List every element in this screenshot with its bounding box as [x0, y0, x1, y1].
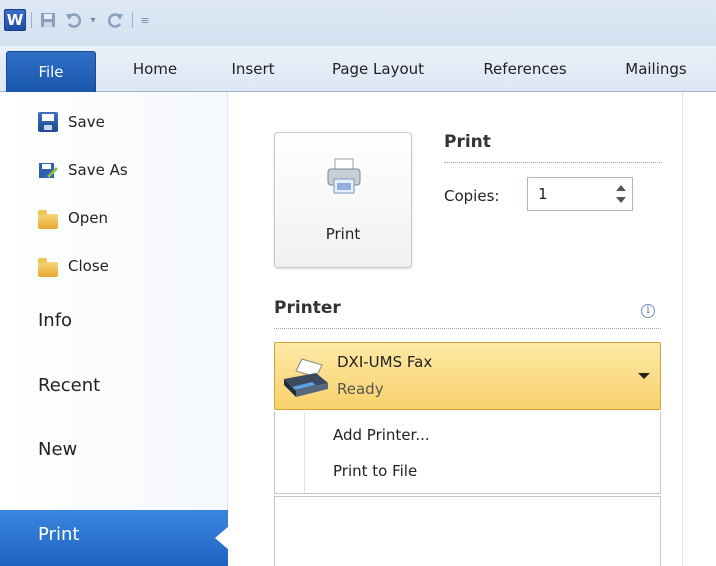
print-button[interactable]: Print — [274, 132, 412, 268]
undo-dropdown-icon[interactable]: ▾ — [87, 9, 99, 31]
copies-input[interactable]: 1 — [527, 177, 633, 211]
chevron-down-icon[interactable] — [638, 373, 650, 379]
toolbar-separator — [31, 12, 32, 28]
menu-add-printer[interactable]: Add Printer... — [333, 426, 430, 444]
close-folder-icon — [38, 257, 58, 277]
quick-access-toolbar: W ▾ ≡ — [0, 0, 716, 46]
tab-insert[interactable]: Insert — [218, 46, 288, 92]
redo-icon[interactable] — [104, 9, 126, 31]
nav-print[interactable]: Print — [0, 510, 229, 566]
print-section-title: Print — [444, 132, 491, 152]
customize-toolbar-icon[interactable]: ≡ — [138, 9, 152, 31]
nav-open-label: Open — [68, 209, 109, 227]
menu-gutter — [304, 412, 305, 493]
tab-file[interactable]: File — [6, 51, 96, 92]
printer-icon — [327, 158, 361, 194]
save-as-icon — [38, 160, 58, 180]
toolbar-separator — [132, 12, 133, 28]
section-divider — [274, 328, 661, 329]
nav-save-as-label: Save As — [68, 161, 128, 179]
copies-increment-icon[interactable] — [614, 183, 628, 193]
settings-panel — [274, 496, 661, 566]
print-button-label: Print — [325, 225, 361, 243]
word-icon[interactable]: W — [4, 9, 26, 31]
selection-notch — [215, 526, 229, 550]
nav-save[interactable]: Save — [38, 108, 105, 136]
printer-dropdown[interactable]: DXI-UMS Fax Ready — [274, 342, 661, 410]
nav-open[interactable]: Open — [38, 204, 108, 232]
section-divider — [444, 162, 662, 163]
nav-new[interactable]: New — [38, 439, 77, 460]
save-icon — [38, 112, 58, 132]
nav-close[interactable]: Close — [38, 252, 109, 280]
info-icon[interactable]: i — [641, 304, 655, 318]
fax-printer-icon — [284, 358, 328, 397]
copies-label: Copies: — [444, 187, 500, 205]
nav-close-label: Close — [68, 257, 109, 275]
tab-page-layout[interactable]: Page Layout — [318, 46, 438, 92]
pane-divider — [682, 92, 683, 566]
tab-home[interactable]: Home — [122, 46, 188, 92]
tab-references[interactable]: References — [470, 46, 580, 92]
nav-info[interactable]: Info — [38, 310, 72, 331]
nav-save-label: Save — [68, 113, 105, 131]
copies-value: 1 — [538, 185, 548, 203]
backstage-nav: Save Save As Open Close Info Recent New … — [0, 92, 229, 566]
print-pane: Print Print Copies: 1 Printer i DXI-UMS … — [229, 92, 716, 566]
printer-menu: Add Printer... Print to File — [274, 412, 661, 494]
menu-print-to-file[interactable]: Print to File — [333, 462, 417, 480]
copies-decrement-icon[interactable] — [614, 196, 628, 206]
undo-icon[interactable] — [63, 9, 85, 31]
printer-status: Ready — [337, 380, 384, 398]
save-icon[interactable] — [37, 9, 59, 31]
nav-save-as[interactable]: Save As — [38, 156, 128, 184]
nav-print-label: Print — [38, 524, 80, 545]
nav-recent[interactable]: Recent — [38, 375, 100, 396]
printer-name: DXI-UMS Fax — [337, 353, 433, 371]
tab-mailings[interactable]: Mailings — [608, 46, 704, 92]
printer-section-title: Printer — [274, 298, 341, 318]
open-folder-icon — [38, 209, 58, 229]
ribbon-tabs: File Home Insert Page Layout References … — [0, 46, 716, 92]
